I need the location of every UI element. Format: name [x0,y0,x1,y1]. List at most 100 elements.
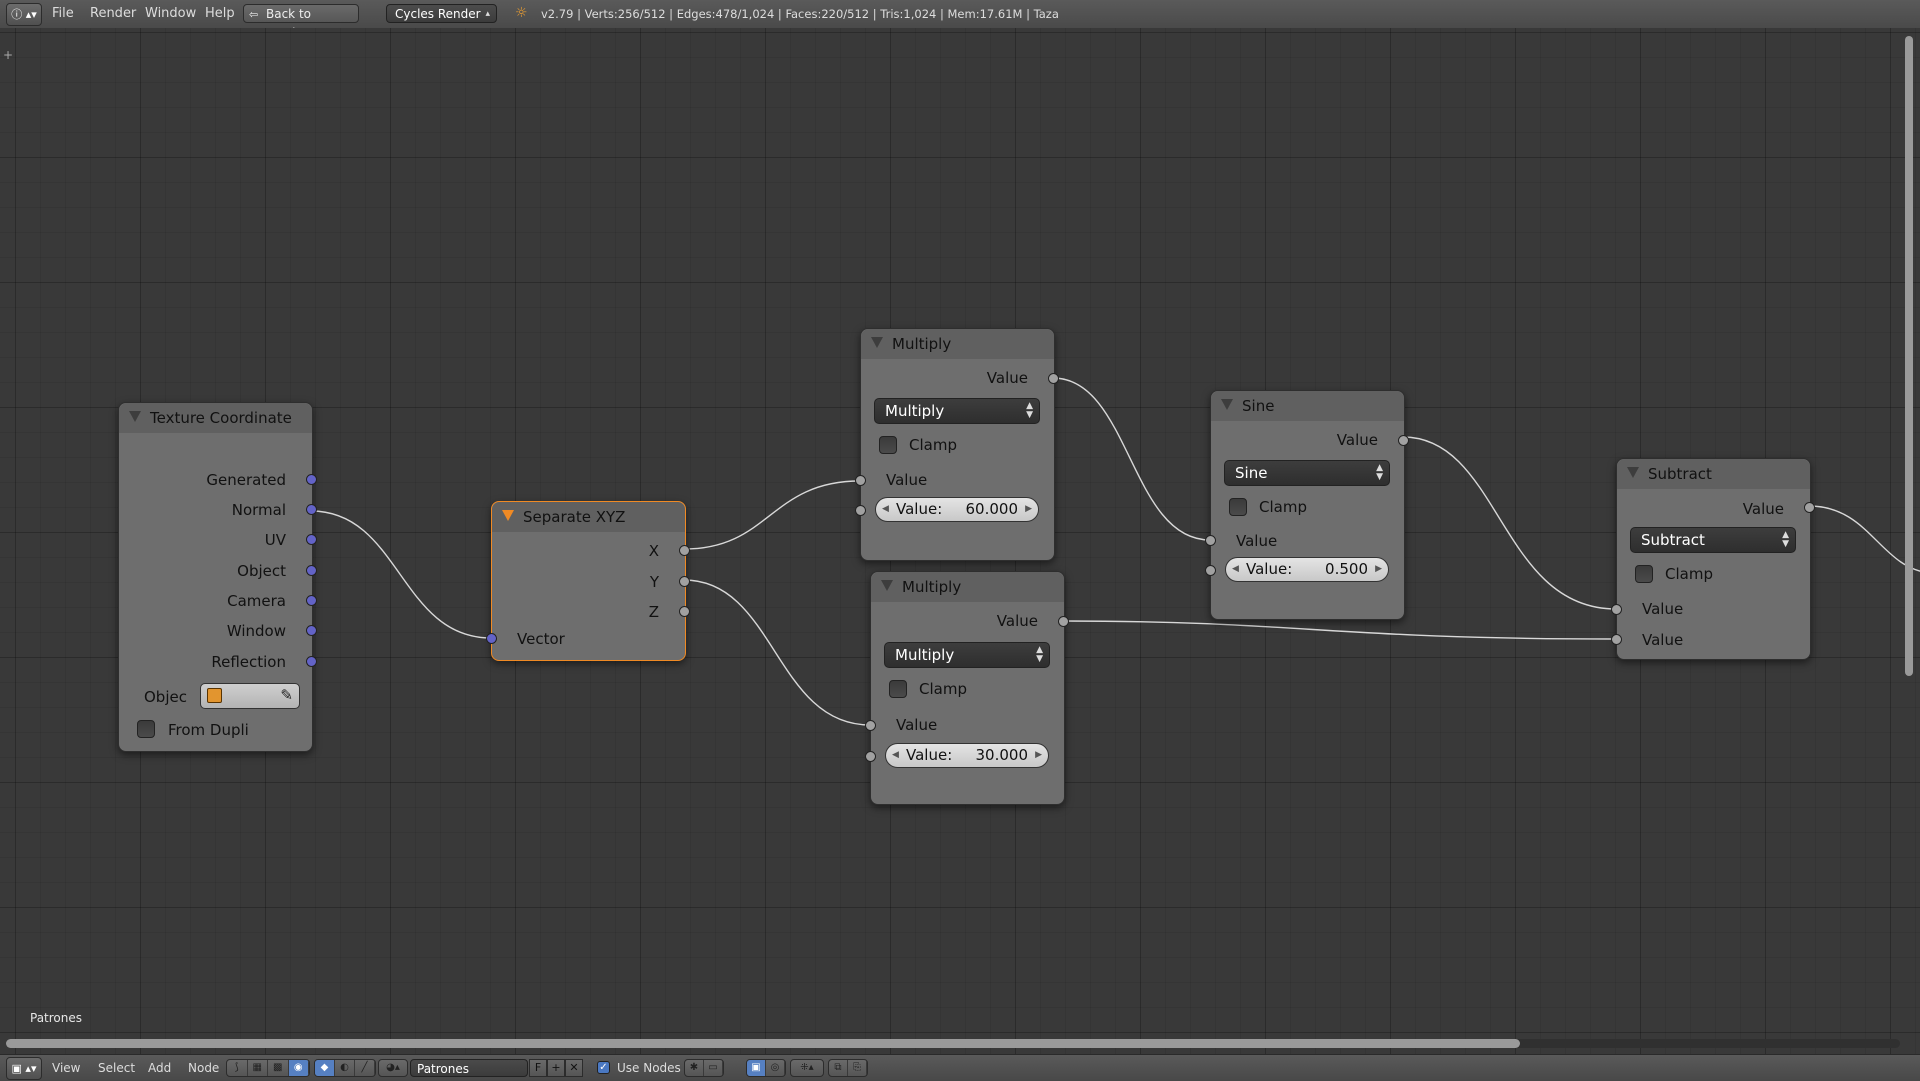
composite-node-icon[interactable]: ▦ [248,1060,268,1076]
output-socket-z[interactable] [679,606,690,617]
input-socket-value-1[interactable] [865,720,876,731]
line-style-source-icon[interactable]: ╱ [355,1060,375,1076]
increment-arrow-icon[interactable]: ▶ [1035,744,1042,767]
menu-add[interactable]: Add [148,1061,171,1075]
output-socket-y[interactable] [679,576,690,587]
collapse-icon[interactable] [871,337,883,348]
node-header[interactable]: Separate XYZ [492,502,685,532]
menu-help[interactable]: Help [205,6,235,21]
increment-arrow-icon[interactable]: ▶ [1375,558,1382,581]
input-socket-value-2[interactable] [1611,634,1622,645]
from-dupli-checkbox[interactable] [137,720,155,738]
output-socket-uv[interactable] [306,534,317,545]
value-number-field[interactable]: ◀ Value: 60.000 ▶ [875,497,1039,522]
snap-icon[interactable]: ▣ [747,1060,766,1076]
operation-dropdown[interactable]: Multiply ▲ ▼ [884,642,1050,668]
value-number-field[interactable]: ◀ Value: 0.500 ▶ [1225,557,1389,582]
fake-user-button[interactable]: F [529,1059,547,1077]
clamp-checkbox[interactable] [1229,498,1247,516]
menu-select[interactable]: Select [98,1061,135,1075]
shader-source-selector[interactable]: ◆ ◐ ╱ [314,1059,376,1077]
vertical-scrollbar-thumb[interactable] [1905,36,1913,676]
info-editor-type-button[interactable]: ⓘ ▴▾ [6,3,42,26]
collapse-icon[interactable] [502,510,514,521]
output-socket-window[interactable] [306,625,317,636]
input-socket-value-1[interactable] [1205,535,1216,546]
decrement-arrow-icon[interactable]: ◀ [882,498,889,521]
input-socket-value-2[interactable] [865,751,876,762]
input-socket-value-1[interactable] [1611,604,1622,615]
unlink-material-button[interactable]: ✕ [565,1059,583,1077]
output-socket-value[interactable] [1804,502,1815,513]
world-source-icon[interactable]: ◐ [335,1060,355,1076]
menu-view[interactable]: View [52,1061,80,1075]
back-to-previous-button[interactable]: ⇦ Back to Previous [243,4,359,40]
operation-dropdown[interactable]: Subtract ▲ ▼ [1630,527,1796,553]
output-socket-value[interactable] [1048,373,1059,384]
collapse-icon[interactable] [1221,399,1233,410]
new-material-button[interactable]: + [547,1059,565,1077]
pin-icon[interactable]: ✱ [685,1060,704,1076]
output-socket-generated[interactable] [306,474,317,485]
node-header[interactable]: Texture Coordinate [119,403,312,433]
decrement-arrow-icon[interactable]: ◀ [892,744,899,767]
input-socket-value-2[interactable] [855,505,866,516]
snap-target-selector[interactable]: ⁜▴ [790,1059,824,1077]
node-header[interactable]: Multiply [861,329,1054,359]
menu-window[interactable]: Window [145,6,196,21]
collapse-icon[interactable] [881,580,893,591]
output-socket-x[interactable] [679,545,690,556]
copy-icon[interactable]: ⧉ [829,1060,848,1076]
use-nodes-checkbox[interactable]: ✓ [597,1061,610,1074]
region-expand-icon[interactable]: + [3,48,13,62]
increment-arrow-icon[interactable]: ▶ [1025,498,1032,521]
object-field[interactable]: ✎ [200,683,300,709]
decrement-arrow-icon[interactable]: ◀ [1232,558,1239,581]
collapse-icon[interactable] [129,411,141,422]
node-multiply-1[interactable]: Multiply Value Multiply ▲ ▼ Clamp Value ◀… [855,328,1059,561]
value-number-field[interactable]: ◀ Value: 30.000 ▶ [885,743,1049,768]
menu-node[interactable]: Node [188,1061,219,1075]
shader-node-icon[interactable]: ⟆ [227,1060,248,1076]
node-subtract[interactable]: Subtract Value Subtract ▲ ▼ Clamp Value V… [1611,458,1815,660]
parent-node-icon[interactable]: ▭ [704,1060,723,1076]
menu-file[interactable]: File [52,6,74,21]
clamp-checkbox[interactable] [889,680,907,698]
operation-dropdown[interactable]: Sine ▲ ▼ [1224,460,1390,486]
eyedropper-icon[interactable]: ✎ [280,686,293,704]
node-header[interactable]: Sine [1211,391,1404,421]
grid-snap-icon[interactable]: ⁜▴ [791,1060,823,1076]
node-header[interactable]: Multiply [871,572,1064,602]
node-tree-name-field[interactable]: Patrones [410,1059,528,1077]
material-browse-button[interactable]: ◕▴ [378,1059,408,1077]
object-source-icon[interactable]: ◆ [315,1060,335,1076]
render-engine-select[interactable]: Cycles Render ▴ [386,4,497,23]
output-socket-object[interactable] [306,565,317,576]
paste-icon[interactable]: ⎘ [848,1060,867,1076]
output-socket-value[interactable] [1058,616,1069,627]
texture-node-icon[interactable]: ▩ [268,1060,289,1076]
horizontal-scrollbar-thumb[interactable] [6,1039,1520,1048]
snap-element-icon[interactable]: ◎ [766,1060,785,1076]
clamp-checkbox[interactable] [879,436,897,454]
node-multiply-2[interactable]: Multiply Value Multiply ▲ ▼ Clamp Value ◀… [865,571,1069,805]
output-socket-value[interactable] [1398,435,1409,446]
clamp-checkbox[interactable] [1635,565,1653,583]
snap-toggle-group[interactable]: ▣ ◎ [746,1059,786,1077]
menu-render[interactable]: Render [90,6,136,21]
node-header[interactable]: Subtract [1617,459,1810,489]
node-editor-type-button[interactable]: ▣ ▴▾ [6,1057,42,1080]
node-editor-canvas[interactable]: + Texture Coordinate Generated Normal UV… [0,28,1920,1054]
output-socket-camera[interactable] [306,595,317,606]
node-separate-xyz[interactable]: Separate XYZ X Y Z Vector [486,501,690,661]
material-sphere-icon[interactable]: ◕▴ [379,1060,407,1076]
operation-dropdown[interactable]: Multiply ▲ ▼ [874,398,1040,424]
node-texture-coordinate[interactable]: Texture Coordinate Generated Normal UV O… [118,402,317,752]
clipboard-group[interactable]: ⧉ ⎘ [828,1059,868,1077]
world-node-icon[interactable]: ◉ [288,1060,309,1076]
collapse-icon[interactable] [1627,467,1639,478]
input-socket-vector[interactable] [486,633,497,644]
output-socket-reflection[interactable] [306,656,317,667]
backdrop-toggle-group[interactable]: ✱ ▭ [684,1059,724,1077]
input-socket-value-2[interactable] [1205,565,1216,576]
